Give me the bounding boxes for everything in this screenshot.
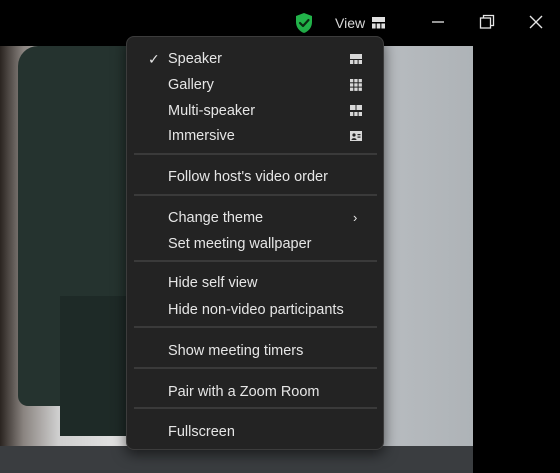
menu-item-label: Hide non-video participants bbox=[168, 302, 344, 318]
menu-item-gallery[interactable]: Gallery bbox=[127, 73, 383, 97]
menu-item-label: Set meeting wallpaper bbox=[168, 236, 312, 252]
menu-item-label: Gallery bbox=[168, 77, 214, 93]
side-panel bbox=[473, 46, 560, 473]
menu-item-label: Follow host's video order bbox=[168, 169, 328, 185]
menu-divider bbox=[134, 194, 377, 196]
minimize-icon[interactable] bbox=[429, 13, 447, 31]
menu-item-follow-host-order[interactable]: Follow host's video order bbox=[127, 165, 383, 189]
menu-item-change-theme[interactable]: Change theme › bbox=[127, 206, 383, 230]
view-menu: ✓ Speaker Gallery Multi-speaker Immersiv… bbox=[126, 36, 384, 450]
menu-item-hide-self-view[interactable]: Hide self view bbox=[127, 271, 383, 295]
menu-divider bbox=[134, 153, 377, 155]
menu-divider bbox=[134, 260, 377, 262]
video-floor bbox=[0, 446, 473, 473]
menu-divider bbox=[134, 407, 377, 409]
menu-item-label: Hide self view bbox=[168, 275, 258, 291]
menu-item-label: Speaker bbox=[168, 51, 223, 67]
video-window-blind bbox=[380, 46, 473, 473]
menu-item-hide-non-video[interactable]: Hide non-video participants bbox=[127, 298, 383, 322]
immersive-icon bbox=[350, 131, 362, 141]
menu-item-set-wallpaper[interactable]: Set meeting wallpaper bbox=[127, 232, 383, 256]
gallery-grid-icon bbox=[350, 79, 362, 91]
menu-item-label: Pair with a Zoom Room bbox=[168, 384, 320, 400]
shield-check-icon[interactable] bbox=[294, 12, 314, 34]
menu-item-label: Show meeting timers bbox=[168, 343, 304, 359]
menu-item-label: Fullscreen bbox=[168, 424, 235, 440]
menu-item-pair-zoom-room[interactable]: Pair with a Zoom Room bbox=[127, 380, 383, 404]
speaker-layout-icon bbox=[350, 54, 362, 64]
menu-item-speaker[interactable]: ✓ Speaker bbox=[127, 47, 383, 71]
menu-item-label: Change theme bbox=[168, 210, 264, 226]
menu-item-fullscreen[interactable]: Fullscreen bbox=[127, 420, 383, 444]
checkmark-icon: ✓ bbox=[148, 51, 160, 67]
chevron-right-icon: › bbox=[353, 210, 358, 225]
close-icon[interactable] bbox=[527, 13, 545, 31]
view-layout-icon bbox=[372, 17, 386, 29]
menu-divider bbox=[134, 367, 377, 369]
menu-divider bbox=[134, 326, 377, 328]
menu-item-label: Immersive bbox=[168, 128, 235, 144]
view-button[interactable]: View bbox=[335, 13, 386, 33]
view-button-label: View bbox=[335, 15, 366, 31]
restore-icon[interactable] bbox=[478, 13, 496, 31]
menu-item-multi-speaker[interactable]: Multi-speaker bbox=[127, 99, 383, 123]
menu-item-immersive[interactable]: Immersive bbox=[127, 124, 383, 148]
menu-item-label: Multi-speaker bbox=[168, 103, 256, 119]
multi-speaker-icon bbox=[350, 105, 362, 116]
menu-item-show-timers[interactable]: Show meeting timers bbox=[127, 339, 383, 363]
